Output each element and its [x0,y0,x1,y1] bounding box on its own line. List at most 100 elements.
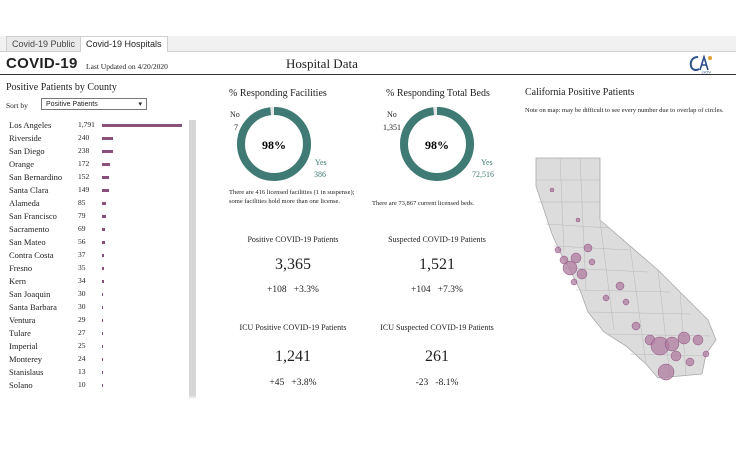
map-bubble[interactable] [664,336,680,352]
county-name: Los Angeles [9,120,52,130]
county-row[interactable]: San Joaquin 30 [0,289,190,302]
county-value: 13 [78,367,86,376]
county-name: Monterey [9,354,43,364]
county-bar[interactable] [102,319,104,322]
map-bubble[interactable] [615,281,625,291]
map-bubble[interactable] [692,334,704,346]
county-row[interactable]: San Bernardino 152 [0,172,190,185]
county-row[interactable]: Santa Barbara 30 [0,302,190,315]
kpi-icu-suspected-value: 261 [425,348,449,365]
map-bubble[interactable] [576,268,588,280]
county-row[interactable]: Los Angeles 1,791 [0,120,190,133]
header-divider [0,74,736,75]
county-row[interactable]: Fresno 35 [0,263,190,276]
map-bubble[interactable] [622,298,630,306]
tab-covid19-public[interactable]: Covid-19 Public [6,36,82,51]
map-bubble[interactable] [583,243,593,253]
county-bar[interactable] [102,332,104,335]
county-bar[interactable] [102,150,113,153]
map-bubble[interactable] [559,255,569,265]
sort-by-select[interactable]: Positive Patients ▾ [41,98,147,110]
last-updated-text: Last Updated on 4/20/2020 [86,62,168,71]
map-bubble[interactable] [702,350,710,358]
county-value: 10 [78,380,86,389]
map-bubble[interactable] [588,258,596,266]
county-name: Santa Clara [9,185,49,195]
ca-gov-logo[interactable]: .GOV [688,54,714,74]
county-bar[interactable] [102,358,104,361]
county-bar[interactable] [102,280,104,283]
county-row[interactable]: Imperial 25 [0,341,190,354]
county-bar[interactable] [102,176,109,179]
beds-title: % Responding Total Beds [386,88,490,99]
county-name: Santa Barbara [9,302,57,312]
facilities-pct: 98% [262,138,286,152]
county-row[interactable]: Sacramento 69 [0,224,190,237]
map-bubble[interactable] [657,363,675,381]
county-name: Sacramento [9,224,50,234]
county-list-scrollbar[interactable] [189,120,196,398]
map-bubble[interactable] [570,252,582,264]
map-bubble[interactable] [570,278,578,286]
county-bar[interactable] [102,163,110,166]
map-bubble[interactable] [549,187,555,193]
kpi-suspected-delta: +104 +7.3% [362,285,512,295]
kpi-icu-positive-change: +45 [269,378,285,388]
county-row[interactable]: Riverside 240 [0,133,190,146]
sort-by-value: Positive Patients [46,101,98,108]
map-bubble[interactable] [631,321,641,331]
beds-yes-value: 72,516 [472,170,494,179]
county-bar[interactable] [102,124,182,127]
county-bar[interactable] [102,241,105,244]
county-bar[interactable] [102,189,109,192]
beds-yes-label: Yes [481,158,493,167]
facilities-donut: 98% [237,107,311,181]
county-row[interactable]: Solano 10 [0,380,190,393]
county-value: 1,791 [78,120,95,129]
county-row[interactable]: San Diego 238 [0,146,190,159]
county-bar[interactable] [102,228,106,231]
county-bar[interactable] [102,371,103,374]
beds-note: There are 73,867 current licensed beds. [372,200,475,207]
california-map[interactable] [530,150,730,390]
tab-covid19-hospitals[interactable]: Covid-19 Hospitals [80,36,168,52]
map-bubble[interactable] [554,246,562,254]
county-value: 24 [78,354,86,363]
county-bar[interactable] [102,137,113,140]
map-bubble[interactable] [575,217,581,223]
county-row[interactable]: Ventura 29 [0,315,190,328]
county-row[interactable]: Santa Clara 149 [0,185,190,198]
county-bar[interactable] [102,254,104,257]
county-row[interactable]: Monterey 24 [0,354,190,367]
county-bar[interactable] [102,267,104,270]
county-section-title: Positive Patients by County [6,82,117,93]
county-bar[interactable] [102,293,104,296]
county-bar[interactable] [102,202,106,205]
county-row[interactable]: San Francisco 79 [0,211,190,224]
county-row[interactable]: Orange 172 [0,159,190,172]
county-bar[interactable] [102,345,104,348]
county-row[interactable]: Tulare 27 [0,328,190,341]
map-bubble[interactable] [670,350,682,362]
county-bar[interactable] [102,215,106,218]
county-value: 149 [78,185,90,194]
county-list[interactable]: Los Angeles 1,791 Riverside 240 San Diego 238… [0,120,200,398]
county-value: 29 [78,315,86,324]
kpi-suspected-title: Suspected COVID-19 Patients [388,235,486,244]
county-row[interactable]: Kern 34 [0,276,190,289]
county-bar[interactable] [102,306,104,309]
kpi-suspected-change: +104 [411,285,431,295]
scrollbar-thumb[interactable] [189,120,196,396]
map-bubble[interactable] [602,294,610,302]
county-name: Ventura [9,315,36,325]
kpi-positive-pct: +3.3% [293,285,319,295]
county-row[interactable]: Contra Costa 37 [0,250,190,263]
county-bar[interactable] [102,384,103,387]
facilities-yes-value: 386 [314,170,326,179]
county-row[interactable]: Stanislaus 13 [0,367,190,380]
map-bubble[interactable] [677,331,691,345]
county-row[interactable]: Alameda 85 [0,198,190,211]
county-row[interactable]: San Mateo 56 [0,237,190,250]
map-bubble[interactable] [685,357,695,367]
county-value: 30 [78,289,86,298]
